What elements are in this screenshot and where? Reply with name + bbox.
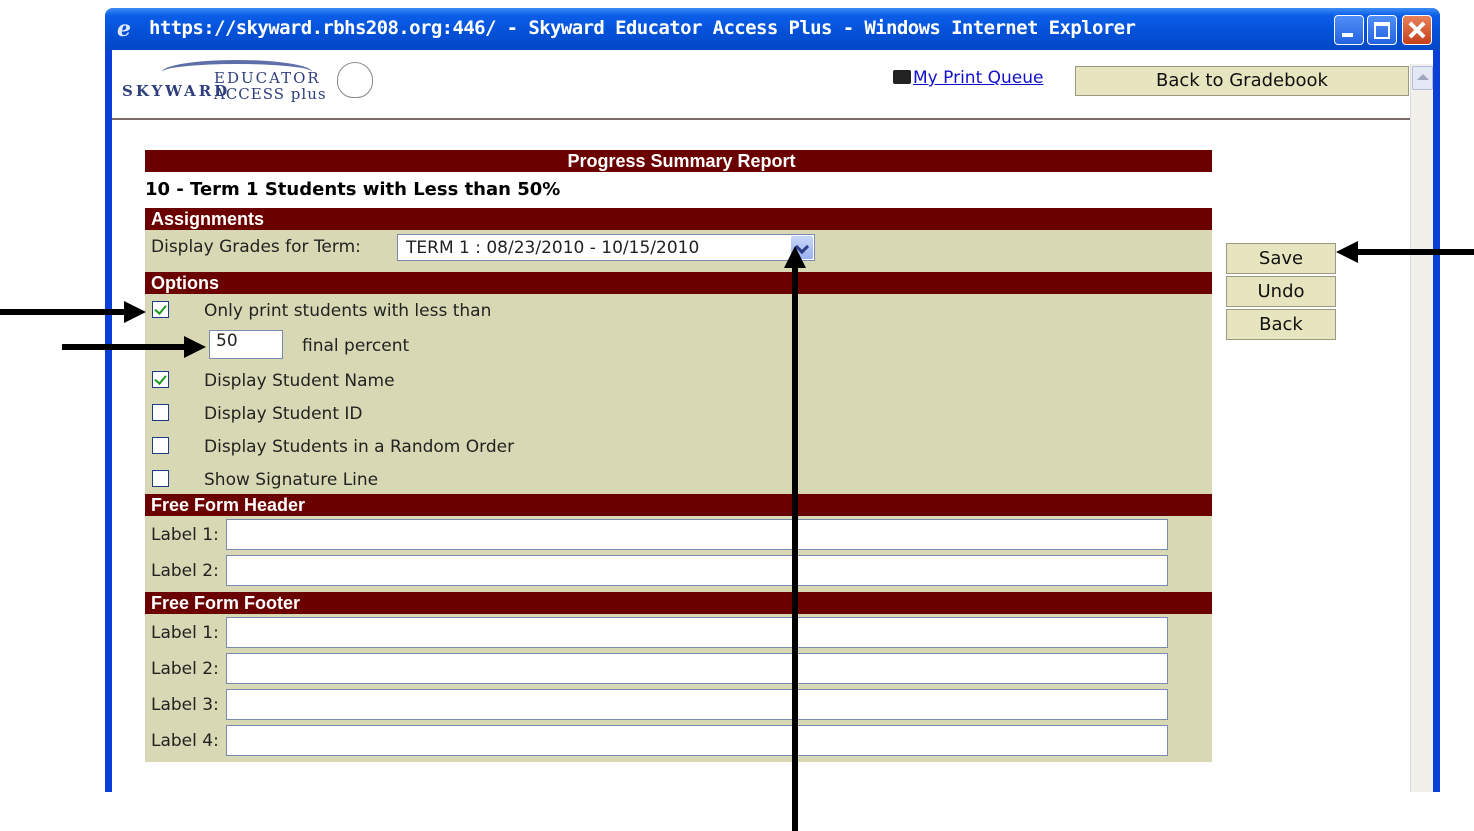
footer-label-1-input[interactable] — [226, 617, 1168, 648]
footer-label-row: Label 4: — [145, 722, 1212, 758]
only-print-checkbox[interactable] — [152, 301, 169, 318]
footer-label-3-input[interactable] — [226, 689, 1168, 720]
vertical-scrollbar[interactable] — [1410, 64, 1433, 792]
only-print-row: Only print students with less than — [145, 294, 1212, 327]
option-row: Display Student ID — [145, 397, 1212, 430]
back-button[interactable]: Back — [1226, 309, 1336, 340]
header-label-row: Label 1: — [145, 516, 1212, 552]
footer-label-row: Label 3: — [145, 686, 1212, 722]
apple-icon — [337, 62, 373, 98]
signature-line-checkbox[interactable] — [152, 470, 169, 487]
free-form-header-panel: Label 1: Label 2: — [145, 516, 1212, 592]
section-options: Options — [145, 272, 1212, 294]
footer-label-2-input[interactable] — [226, 653, 1168, 684]
skyward-logo: SKYWARD EDUCATOR ACCESS plus — [122, 60, 402, 115]
report-subtitle: 10 - Term 1 Students with Less than 50% — [145, 179, 561, 200]
internet-explorer-icon: e — [117, 16, 131, 42]
scroll-up-arrow-icon[interactable] — [1412, 66, 1433, 90]
page-header: SKYWARD EDUCATOR ACCESS plus My Print Qu… — [112, 50, 1410, 120]
header-label-row: Label 2: — [145, 552, 1212, 588]
display-student-id-checkbox[interactable] — [152, 404, 169, 421]
browser-window: e https://skyward.rbhs208.org:446/ - Sky… — [105, 8, 1440, 792]
term-label: Display Grades for Term: — [151, 237, 361, 257]
option-row: Display Students in a Random Order — [145, 430, 1212, 463]
undo-button[interactable]: Undo — [1226, 276, 1336, 307]
minimize-button[interactable] — [1334, 15, 1364, 45]
footer-label-4-input[interactable] — [226, 725, 1168, 756]
percent-row: 50 final percent — [145, 327, 1212, 364]
only-print-label: Only print students with less than — [204, 301, 492, 321]
term-select[interactable]: TERM 1 : 08/23/2010 - 10/15/2010 — [397, 234, 815, 261]
page-title: Progress Summary Report — [145, 150, 1212, 172]
percent-input[interactable]: 50 — [209, 330, 283, 359]
assignments-panel: Display Grades for Term: TERM 1 : 08/23/… — [145, 230, 1212, 272]
back-to-gradebook-button[interactable]: Back to Gradebook — [1075, 66, 1409, 96]
title-bar: e https://skyward.rbhs208.org:446/ - Sky… — [105, 8, 1440, 50]
section-free-form-header: Free Form Header — [145, 494, 1212, 516]
page-content: SKYWARD EDUCATOR ACCESS plus My Print Qu… — [112, 50, 1433, 792]
final-percent-label: final percent — [302, 336, 410, 356]
close-button[interactable] — [1402, 15, 1432, 45]
my-print-queue-link[interactable]: My Print Queue — [893, 68, 1044, 88]
window-title: https://skyward.rbhs208.org:446/ - Skywa… — [149, 17, 1136, 39]
maximize-button[interactable] — [1367, 15, 1397, 45]
free-form-footer-panel: Label 1: Label 2: Label 3: Label 4: — [145, 614, 1212, 762]
printer-icon — [893, 70, 911, 84]
option-row: Display Student Name — [145, 364, 1212, 397]
report-form: Progress Summary Report 10 - Term 1 Stud… — [145, 150, 1212, 762]
save-button[interactable]: Save — [1226, 243, 1336, 274]
random-order-checkbox[interactable] — [152, 437, 169, 454]
display-student-name-checkbox[interactable] — [152, 371, 169, 388]
footer-label-row: Label 1: — [145, 614, 1212, 650]
options-panel: Only print students with less than 50 fi… — [145, 294, 1212, 494]
section-assignments: Assignments — [145, 208, 1212, 230]
header-label-2-input[interactable] — [226, 555, 1168, 586]
header-label-1-input[interactable] — [226, 519, 1168, 550]
section-free-form-footer: Free Form Footer — [145, 592, 1212, 614]
footer-label-row: Label 2: — [145, 650, 1212, 686]
option-row: Show Signature Line — [145, 463, 1212, 496]
